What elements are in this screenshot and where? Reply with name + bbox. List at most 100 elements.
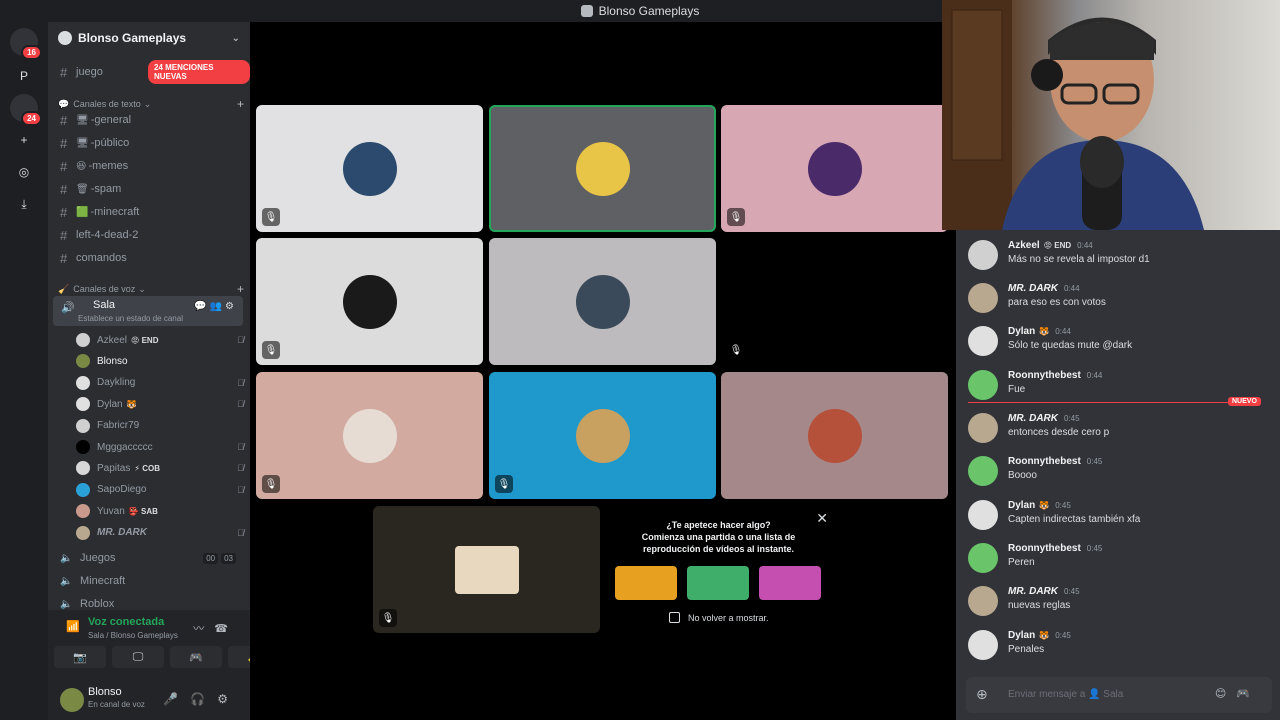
- channel-comandos[interactable]: # comandos: [54, 248, 244, 268]
- screen-share-button[interactable]: 🖵: [112, 646, 164, 668]
- rail-item[interactable]: P: [10, 62, 38, 90]
- message-author[interactable]: MR. DARK: [1008, 283, 1058, 294]
- voice-user[interactable]: Mgggaccccc 🎙̸: [76, 437, 244, 457]
- avatar: [76, 504, 90, 519]
- add-channel-icon[interactable]: +: [237, 282, 244, 296]
- participant-tile[interactable]: 🎙: [721, 105, 948, 232]
- avatar[interactable]: [968, 326, 998, 356]
- voice-user[interactable]: SapoDiego 🎙̸: [76, 480, 244, 500]
- activity-game-thumbnail[interactable]: [687, 566, 749, 600]
- user-controls[interactable]: 🎤🎧⚙: [163, 692, 240, 706]
- add-attachment-icon[interactable]: ⊕: [976, 686, 988, 703]
- participant-tile[interactable]: 🎙: [489, 372, 716, 499]
- channel-status[interactable]: Establece un estado de canal: [78, 314, 183, 323]
- message-author[interactable]: Dylan: [1008, 630, 1035, 641]
- message-author[interactable]: Dylan: [1008, 500, 1035, 511]
- chat-message: MR. DARK 0:44 para eso es con votos: [968, 279, 1268, 319]
- participant-tile[interactable]: 🎙: [256, 105, 483, 232]
- chevron-down-icon: ⌄: [143, 98, 152, 109]
- category-voice-channels[interactable]: 🧹 Canales de voz ⌄ +: [58, 282, 244, 296]
- dont-show-again-checkbox[interactable]: No volver a mostrar.: [669, 612, 769, 623]
- avatar[interactable]: [968, 456, 998, 486]
- message-author[interactable]: Azkeel: [1008, 240, 1040, 251]
- signal-icon[interactable]: 📶: [66, 620, 80, 633]
- activity-game-thumbnail[interactable]: [759, 566, 821, 600]
- voice-user-name: Daykling: [97, 377, 136, 389]
- category-text-channels[interactable]: 💬 Canales de texto ⌄ +: [58, 97, 244, 111]
- voice-user-name: SapoDiego: [97, 484, 147, 496]
- voice-user[interactable]: Blonso: [76, 351, 244, 371]
- chevron-down-icon[interactable]: ⌄: [232, 33, 240, 44]
- avatar: [76, 397, 90, 412]
- participant-tile[interactable]: 🎙: [721, 238, 948, 365]
- message-input[interactable]: Enviar mensaje a 👤 Sala: [1008, 689, 1123, 700]
- message-author[interactable]: Dylan: [1008, 326, 1035, 337]
- voice-connected-location[interactable]: Sala / Blonso Gameplays: [88, 631, 178, 640]
- message-timestamp: 0:44: [1086, 371, 1103, 380]
- avatar[interactable]: [968, 370, 998, 400]
- channel-memes[interactable]: # 😆 -memes: [54, 156, 244, 176]
- avatar[interactable]: [968, 413, 998, 443]
- avatar[interactable]: [968, 240, 998, 270]
- composer-actions[interactable]: 😊🎮: [1215, 687, 1260, 700]
- participant-tile[interactable]: 🎙: [256, 238, 483, 365]
- activity-game-thumbnail[interactable]: [615, 566, 677, 600]
- channel-name: -minecraft: [90, 206, 140, 218]
- chat-message: Roonnythebest 0:44 Fue: [968, 366, 1268, 406]
- participant-tile[interactable]: [721, 372, 948, 499]
- add-channel-icon[interactable]: +: [237, 97, 244, 111]
- message-author[interactable]: Roonnythebest: [1008, 543, 1081, 554]
- voice-channel-minecraft[interactable]: 🔈 Minecraft: [54, 571, 244, 591]
- message-author[interactable]: MR. DARK: [1008, 413, 1058, 424]
- voice-user[interactable]: Daykling 🎙̸: [76, 373, 244, 393]
- voice-user[interactable]: Dylan 🐯 🎙̸: [76, 394, 244, 414]
- avatar[interactable]: [968, 283, 998, 313]
- channel-emoji: 🟩: [76, 206, 89, 218]
- voice-user[interactable]: MR. DARK 🎙̸: [76, 523, 244, 543]
- rail-item[interactable]: ◎: [10, 158, 38, 186]
- voice-user[interactable]: Yuvan 👺 SAB: [76, 501, 244, 521]
- soundboard-button[interactable]: ✨: [228, 646, 250, 668]
- message-composer[interactable]: ⊕ Enviar mensaje a 👤 Sala 😊🎮: [966, 677, 1272, 713]
- voice-user[interactable]: Fabricr79: [76, 416, 244, 436]
- avatar: [807, 408, 862, 463]
- participant-tile[interactable]: [489, 105, 716, 232]
- participant-tile[interactable]: 🎙: [256, 372, 483, 499]
- channel-minecraft[interactable]: # 🟩 -minecraft: [54, 202, 244, 222]
- avatar: [575, 274, 630, 329]
- rail-item[interactable]: +: [10, 126, 38, 154]
- user-tag: 🐯: [126, 399, 137, 409]
- message-author[interactable]: MR. DARK: [1008, 586, 1058, 597]
- rail-item[interactable]: ⤓: [10, 190, 38, 218]
- participant-tile[interactable]: 🎙: [373, 506, 600, 633]
- voice-user[interactable]: Azkeel 😡 END 🎙̸: [76, 330, 244, 350]
- channel-spam[interactable]: # 🗑 -spam: [54, 179, 244, 199]
- avatar[interactable]: [968, 586, 998, 616]
- participant-tile[interactable]: [489, 238, 716, 365]
- camera-off-button[interactable]: 📷: [54, 646, 106, 668]
- checkbox-icon[interactable]: [669, 612, 680, 623]
- rail-item[interactable]: 16: [10, 28, 42, 60]
- voice-user-name: Mgggaccccc: [97, 441, 153, 453]
- avatar[interactable]: [968, 543, 998, 573]
- rail-item[interactable]: 24: [10, 94, 42, 126]
- message-author[interactable]: Roonnythebest: [1008, 370, 1081, 381]
- speaker-icon: 🔈: [60, 598, 73, 610]
- channel-left4dead2[interactable]: # left-4-dead-2: [54, 225, 244, 245]
- voice-channel-actions[interactable]: 💬👥⚙: [194, 301, 237, 312]
- channel-general[interactable]: # 🖥 -general: [54, 110, 244, 130]
- activity-button[interactable]: 🎮: [170, 646, 222, 668]
- voice-channel-juegos[interactable]: 🔈 Juegos 00 03: [54, 548, 244, 568]
- voice-channel-sala[interactable]: 🔊 Sala Establece un estado de canal 💬👥⚙: [53, 296, 243, 326]
- server-header[interactable]: Blonso Gameplays ⌄: [48, 22, 250, 54]
- message-author[interactable]: Roonnythebest: [1008, 456, 1081, 467]
- avatar[interactable]: [968, 630, 998, 660]
- message-timestamp: 0:44: [1055, 327, 1071, 336]
- voice-panel-actions[interactable]: 〰☎: [193, 620, 238, 636]
- avatar[interactable]: [60, 688, 84, 712]
- channel-pblico[interactable]: # 🖥 -público: [54, 133, 244, 153]
- avatar[interactable]: [968, 500, 998, 530]
- voice-user[interactable]: Papitas ⚡ COB 🎙̸: [76, 458, 244, 478]
- new-mentions-pill[interactable]: 24 MENCIONES NUEVAS: [148, 60, 250, 84]
- message-header: Roonnythebest 0:44: [1008, 370, 1102, 381]
